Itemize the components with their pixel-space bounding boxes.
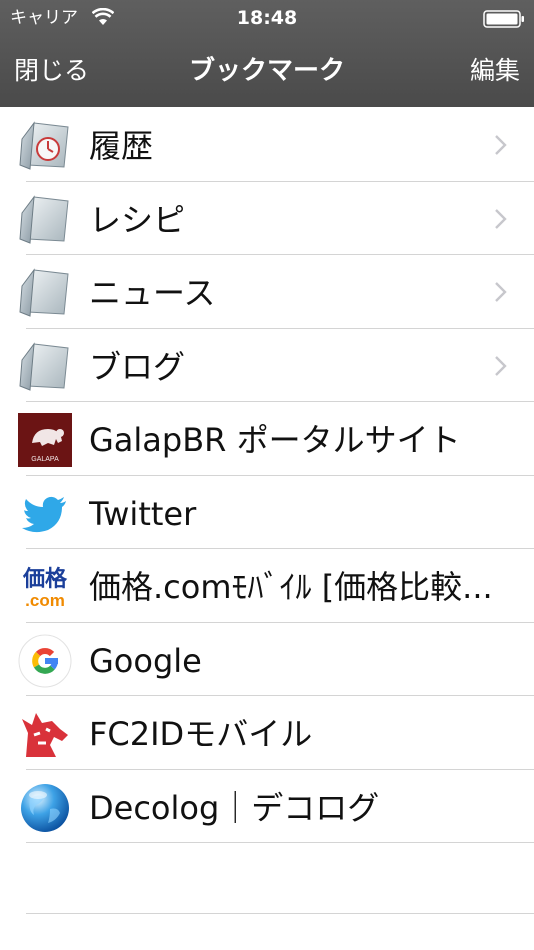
svg-text:価格: 価格 xyxy=(22,566,68,592)
navigation-bar: 閉じる ブックマーク 編集 xyxy=(0,38,534,107)
fc2-logo-icon xyxy=(22,713,68,757)
bookmark-label: ニュース xyxy=(89,274,216,312)
folder-icon xyxy=(19,194,69,244)
folder-icon xyxy=(19,341,69,391)
bookmark-label: Decolog｜デコログ xyxy=(89,788,380,827)
bookmark-label: FC2IDモバイル xyxy=(89,715,313,753)
bookmark-row-fc2id[interactable]: FC2IDモバイル xyxy=(0,696,534,770)
history-folder-icon xyxy=(19,121,69,170)
bookmark-label: Twitter xyxy=(89,494,197,533)
header: キャリア 18:48 閉じる ブックマーク 編集 xyxy=(0,0,534,107)
bookmark-row-blog[interactable]: ブログ xyxy=(0,329,534,403)
chevron-right-icon xyxy=(495,355,507,376)
bookmark-label: ブログ xyxy=(89,347,186,386)
svg-text:GALAPA: GALAPA xyxy=(31,456,59,463)
close-button[interactable]: 閉じる xyxy=(14,56,89,86)
bookmark-label: Google xyxy=(89,641,202,680)
bookmark-row-galapbr[interactable]: GALAPA GalapBR ポータルサイト xyxy=(0,402,534,476)
chevron-right-icon xyxy=(495,282,507,302)
kakaku-logo-icon: 価格 .com xyxy=(18,560,72,614)
twitter-bird-icon xyxy=(22,496,66,532)
bookmark-row-news[interactable]: ニュース xyxy=(0,255,534,329)
bookmark-row-recipe[interactable]: レシピ xyxy=(0,182,534,256)
chevron-right-icon xyxy=(495,135,507,155)
galapa-logo-icon: GALAPA xyxy=(18,413,72,467)
svg-text:.com: .com xyxy=(25,591,65,610)
bookmark-row-kakaku[interactable]: 価格 .com 価格.comﾓﾊﾞｲﾙ [価格比較... xyxy=(0,549,534,623)
folder-icon xyxy=(19,268,69,317)
bookmark-row-twitter[interactable]: Twitter xyxy=(0,476,534,550)
bookmark-label: GalapBR ポータルサイト xyxy=(89,421,461,459)
list-bottom-divider xyxy=(26,913,534,914)
bookmark-label: 価格.comﾓﾊﾞｲﾙ [価格比較... xyxy=(89,568,493,606)
globe-icon xyxy=(21,783,69,832)
chevron-right-icon xyxy=(495,208,507,229)
bookmark-row-decolog[interactable]: Decolog｜デコログ xyxy=(0,770,534,844)
bookmark-label: 履歴 xyxy=(89,127,154,165)
bookmark-row-history[interactable]: 履歴 xyxy=(0,108,534,182)
bookmark-row-google[interactable]: Google xyxy=(0,623,534,697)
status-time: 18:48 xyxy=(236,7,298,29)
battery-icon xyxy=(483,10,524,28)
bookmark-label: レシピ xyxy=(89,200,186,239)
status-bar: キャリア 18:48 xyxy=(0,0,534,38)
bookmark-list: 履歴 レシピ ニュース ブログ GALAPA GalapBR ポータルサイト T… xyxy=(0,108,534,843)
edit-button[interactable]: 編集 xyxy=(470,56,520,86)
google-g-icon xyxy=(18,634,72,687)
